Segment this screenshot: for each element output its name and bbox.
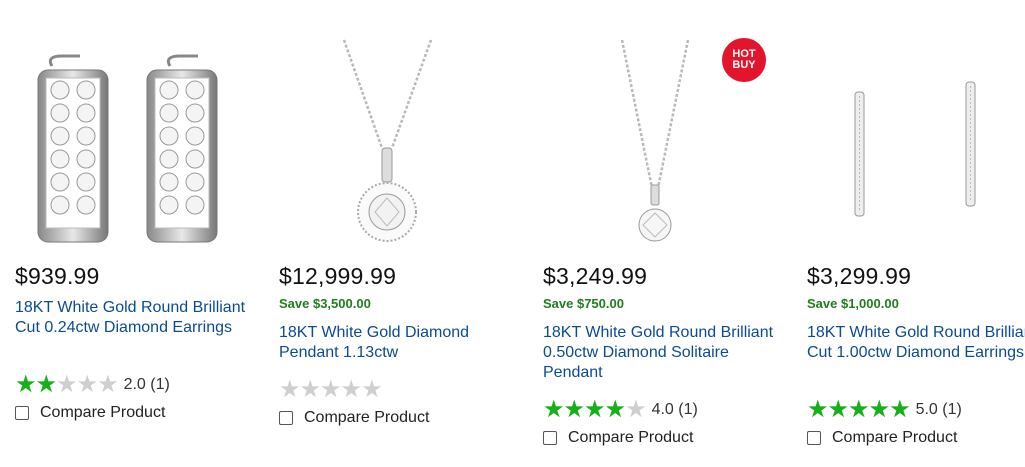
compare-label: Compare Product xyxy=(40,404,166,421)
checkbox-icon[interactable] xyxy=(15,406,29,420)
product-price: $939.99 xyxy=(15,263,100,289)
product-rating[interactable]: ★★★★★ ★★★★★ 2.0 (1) xyxy=(15,373,170,397)
rating-count: 4.0 (1) xyxy=(651,401,698,418)
product-rating[interactable]: ★★★★★ ★★★★★ xyxy=(279,376,383,403)
savings-text: Save $3,500.00 xyxy=(279,296,371,311)
product-title-link[interactable]: 18KT White Gold Round Brilliant 0.50ctw … xyxy=(543,323,783,383)
product-title-link[interactable]: 18KT White Gold Round Brilliant Cut 1.00… xyxy=(807,323,1025,363)
product-price: $12,999.99 xyxy=(279,263,397,289)
compare-label: Compare Product xyxy=(568,429,694,446)
product-image-diamond-huggie-earrings[interactable] xyxy=(10,30,260,252)
star-rating-icon: ★★★★★ ★★★★★ xyxy=(279,376,383,403)
product-image-halo-diamond-pendant[interactable] xyxy=(274,30,524,252)
product-rating[interactable]: ★★★★★ ★★★★★ 4.0 (1) xyxy=(543,398,698,422)
savings-text: Save $750.00 xyxy=(543,296,624,311)
compare-product-checkbox[interactable]: Compare Product xyxy=(15,404,165,422)
compare-label: Compare Product xyxy=(304,409,430,426)
compare-product-checkbox[interactable]: Compare Product xyxy=(807,429,957,447)
hot-buy-badge: HOT BUY xyxy=(722,38,766,82)
product-image-diamond-hoop-earrings[interactable] xyxy=(802,30,1025,252)
product-title-link[interactable]: 18KT White Gold Round Brilliant Cut 0.24… xyxy=(15,298,255,338)
product-card: $939.99 18KT White Gold Round Brilliant … xyxy=(10,0,260,467)
product-price: $3,249.99 xyxy=(543,263,648,289)
compare-label: Compare Product xyxy=(832,429,958,446)
product-title-link[interactable]: 18KT White Gold Diamond Pendant 1.13ctw xyxy=(279,323,519,363)
product-card: HOT BUY $3,249.99 Save $750.00 18KT White… xyxy=(538,0,788,467)
rating-count: 2.0 (1) xyxy=(123,376,170,393)
savings-text: Save $1,000.00 xyxy=(807,296,899,311)
star-rating-icon: ★★★★★ ★★★★★ xyxy=(807,396,911,423)
rating-count: 5.0 (1) xyxy=(915,401,962,418)
product-card: $12,999.99 Save $3,500.00 18KT White Gol… xyxy=(274,0,524,467)
checkbox-icon[interactable] xyxy=(543,431,557,445)
star-rating-icon: ★★★★★ ★★★★★ xyxy=(15,371,119,398)
product-card: $3,299.99 Save $1,000.00 18KT White Gold… xyxy=(802,0,1025,467)
star-rating-icon: ★★★★★ ★★★★★ xyxy=(543,396,647,423)
checkbox-icon[interactable] xyxy=(807,431,821,445)
product-price: $3,299.99 xyxy=(807,263,912,289)
product-rating[interactable]: ★★★★★ ★★★★★ 5.0 (1) xyxy=(807,398,962,422)
compare-product-checkbox[interactable]: Compare Product xyxy=(543,429,693,447)
checkbox-icon[interactable] xyxy=(279,411,293,425)
compare-product-checkbox[interactable]: Compare Product xyxy=(279,409,429,427)
